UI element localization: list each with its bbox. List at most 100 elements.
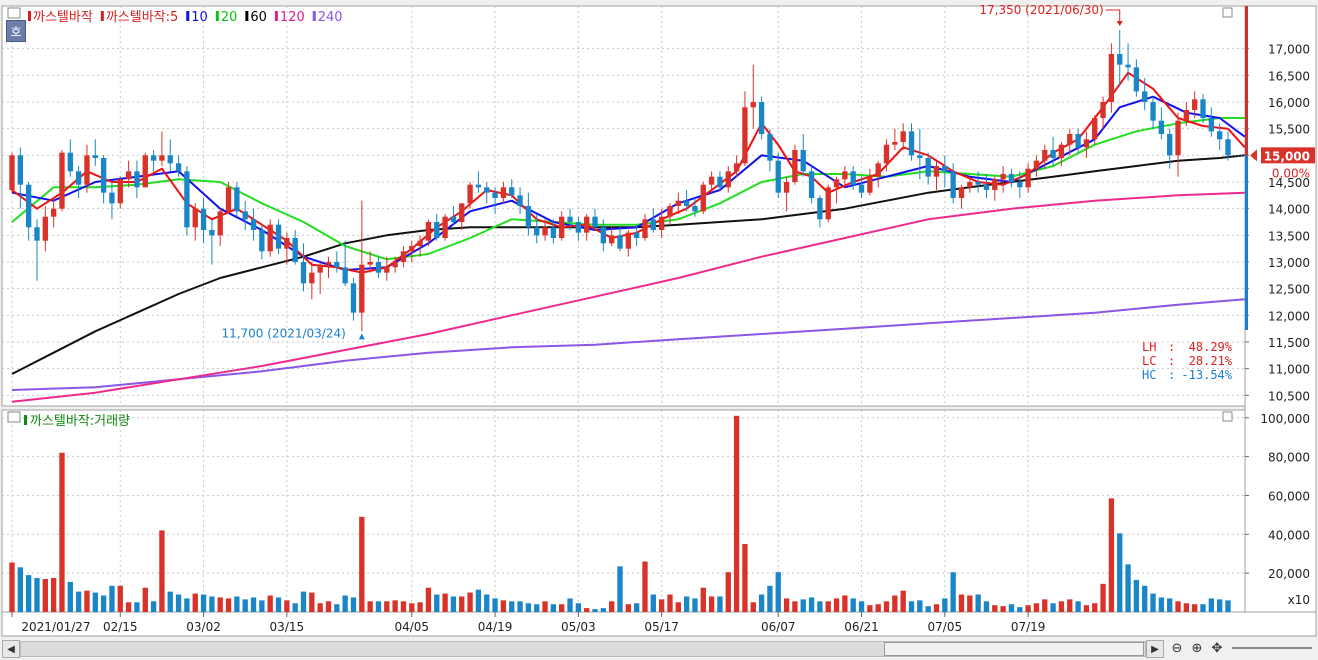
x-tick-label: 06/21: [844, 620, 879, 634]
volume-bar: [875, 604, 881, 612]
candle-body: [159, 155, 165, 161]
candle-body: [367, 262, 373, 265]
stat-separator: :: [1168, 340, 1175, 354]
high-annotation: 17,350 (2021/06/30): [979, 3, 1103, 17]
stat-separator: :: [1168, 354, 1175, 368]
price-tick-label: 16,000: [1268, 96, 1310, 110]
horizontal-scrollbar-thumb[interactable]: [884, 642, 1144, 656]
candle-body: [725, 171, 731, 188]
volume-bar: [775, 572, 781, 612]
legend-marker: [274, 11, 278, 21]
price-legend-item: 20: [221, 10, 238, 25]
volume-bar: [34, 578, 40, 612]
candle-body: [492, 192, 498, 198]
candle-body: [542, 227, 548, 236]
volume-bar: [209, 596, 215, 612]
candle-body: [442, 216, 448, 238]
candle-body: [1108, 54, 1115, 102]
volume-bar: [1100, 583, 1106, 612]
pan-button[interactable]: ✥: [1208, 640, 1226, 656]
volume-bar: [234, 596, 240, 612]
candle-body: [209, 230, 215, 236]
candle-body: [758, 102, 765, 134]
volume-bar: [1058, 601, 1065, 612]
candle-body: [625, 232, 631, 249]
zoom-slider[interactable]: [1232, 647, 1312, 649]
volume-bar: [67, 581, 73, 612]
candle-body: [1033, 160, 1040, 169]
volume-bar: [617, 566, 623, 612]
volume-tick-label: 100,000: [1260, 412, 1310, 426]
stat-value: -13.54%: [1181, 368, 1232, 382]
candle-body: [1200, 99, 1206, 118]
volume-bar: [975, 594, 981, 612]
volume-tick-label: 40,000: [1268, 528, 1310, 542]
candle-body: [450, 216, 457, 222]
zoom-out-button[interactable]: ⊖: [1168, 640, 1186, 656]
legend-marker: [186, 11, 190, 21]
volume-bar: [284, 600, 290, 612]
volume-bar: [808, 597, 815, 612]
volume-multiplier-label: x10: [1288, 593, 1310, 607]
candle-body: [600, 227, 607, 244]
candle-body: [217, 211, 223, 236]
candle-body: [500, 187, 507, 198]
volume-bar: [1183, 603, 1190, 612]
zoom-in-button[interactable]: ⊕: [1188, 640, 1206, 656]
volume-bar: [167, 591, 173, 612]
candle-body: [925, 158, 931, 177]
volume-bar: [1200, 604, 1206, 612]
candle-body: [342, 267, 348, 284]
candle-body: [325, 262, 332, 265]
volume-bar: [350, 597, 357, 612]
price-tick-label: 15,500: [1268, 123, 1310, 137]
candle-body: [350, 283, 357, 313]
x-tick-label: 04/19: [478, 620, 513, 634]
volume-tick-label: 60,000: [1268, 489, 1310, 503]
candle-body: [1183, 110, 1190, 121]
candle-body: [658, 216, 665, 230]
volume-bar: [25, 575, 32, 612]
volume-bar: [200, 594, 207, 612]
candle-body: [75, 171, 82, 185]
candle-body: [575, 222, 582, 233]
volume-bar: [250, 597, 257, 612]
candle-body: [1158, 120, 1165, 134]
volume-bar: [892, 595, 898, 612]
candle-body: [509, 187, 515, 196]
price-tick-label: 14,000: [1268, 203, 1310, 217]
scroll-right-button[interactable]: ▶: [1146, 640, 1164, 658]
corner-button[interactable]: 호: [6, 20, 26, 42]
candle-body: [808, 171, 815, 198]
volume-bar: [125, 602, 132, 612]
candle-body: [892, 142, 898, 145]
volume-bar: [309, 592, 315, 612]
zoom-out-icon: ⊖: [1171, 640, 1183, 656]
price-tick-label: 11,000: [1268, 363, 1310, 377]
x-tick-label: 05/17: [644, 620, 679, 634]
volume-bar: [1075, 601, 1081, 612]
volume-bar: [725, 572, 731, 612]
candle-body: [983, 184, 990, 190]
candle-body: [250, 219, 257, 230]
candle-body: [275, 224, 282, 249]
price-panel-maximize-icon: [1222, 7, 1233, 18]
candle-body: [692, 206, 698, 212]
candle-body: [1058, 144, 1065, 158]
stat-label: HC: [1142, 368, 1156, 382]
candle-body: [733, 163, 740, 172]
volume-bar: [50, 578, 57, 612]
volume-bar: [517, 601, 523, 612]
volume-bar: [525, 603, 532, 612]
candle-body: [700, 184, 706, 212]
scroll-left-button[interactable]: ◀: [2, 640, 20, 658]
candle-body: [958, 187, 965, 198]
candle-body: [234, 187, 240, 212]
volume-bar: [842, 595, 848, 612]
volume-bar: [259, 600, 265, 612]
volume-bar: [109, 585, 115, 612]
volume-bar: [384, 601, 390, 612]
volume-bar: [1008, 604, 1015, 612]
candle-body: [242, 211, 248, 220]
candle-body: [59, 152, 65, 209]
